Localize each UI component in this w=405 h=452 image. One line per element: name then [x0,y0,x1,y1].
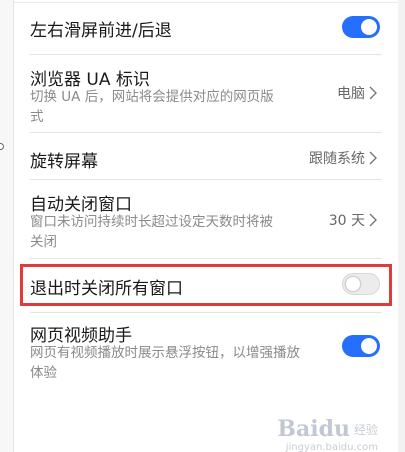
setting-value: 30 天 [329,210,378,230]
setting-swipe-navigation[interactable]: 左右滑屏前进/后退 [14,0,398,54]
setting-close-all-on-exit[interactable]: 退出时关闭所有窗口 [14,259,398,312]
setting-rotate-screen[interactable]: 旋转屏幕 跟随系统 [14,133,398,179]
setting-auto-close-window[interactable]: 自动关闭窗口 窗口未访问持续时长超过设定天数时将被关闭 30 天 [14,180,398,258]
setting-video-assistant[interactable]: 网页视频助手 网页有视频播放时展示悬浮按钮，以增强播放体验 [14,313,398,393]
toggle-knob [361,19,377,35]
value-text: 电脑 [337,86,365,102]
chevron-right-icon [369,213,377,227]
close-all-on-exit-toggle[interactable] [342,273,380,295]
toggle-knob [345,276,361,292]
video-assistant-toggle[interactable] [342,335,380,357]
toggle-knob [361,338,377,354]
watermark-brand: Baidu [277,416,350,442]
left-edge-strip [0,0,14,452]
setting-subtitle: 窗口未访问持续时长超过设定天数时将被关闭 [30,214,273,250]
setting-value: 跟随系统 [309,148,378,168]
value-text: 30 天 [328,213,365,229]
baidu-watermark: Baidu 经验 jingyan.baidu.com [277,416,378,452]
watermark-suffix: 经验 [353,422,378,437]
setting-subtitle: 切换 UA 后，网站将会提供对应的网页版式 [30,89,274,125]
watermark-url: jingyan.baidu.com [285,442,378,452]
setting-title: 旋转屏幕 [30,152,98,172]
setting-subtitle: 网页有视频播放时展示悬浮按钮，以增强播放体验 [30,345,300,381]
setting-browser-ua[interactable]: 浏览器 UA 标识 切换 UA 后，网站将会提供对应的网页版式 电脑 [14,55,398,132]
chevron-right-icon [369,151,377,165]
swipe-navigation-toggle[interactable] [342,16,380,38]
setting-title: 左右滑屏前进/后退 [30,21,172,41]
settings-panel: 左右滑屏前进/后退 浏览器 UA 标识 切换 UA 后，网站将会提供对应的网页版… [14,0,398,452]
setting-title: 退出时关闭所有窗口 [30,279,183,299]
setting-value: 电脑 [337,83,378,103]
value-text: 跟随系统 [309,151,365,167]
chevron-right-icon [369,86,377,100]
